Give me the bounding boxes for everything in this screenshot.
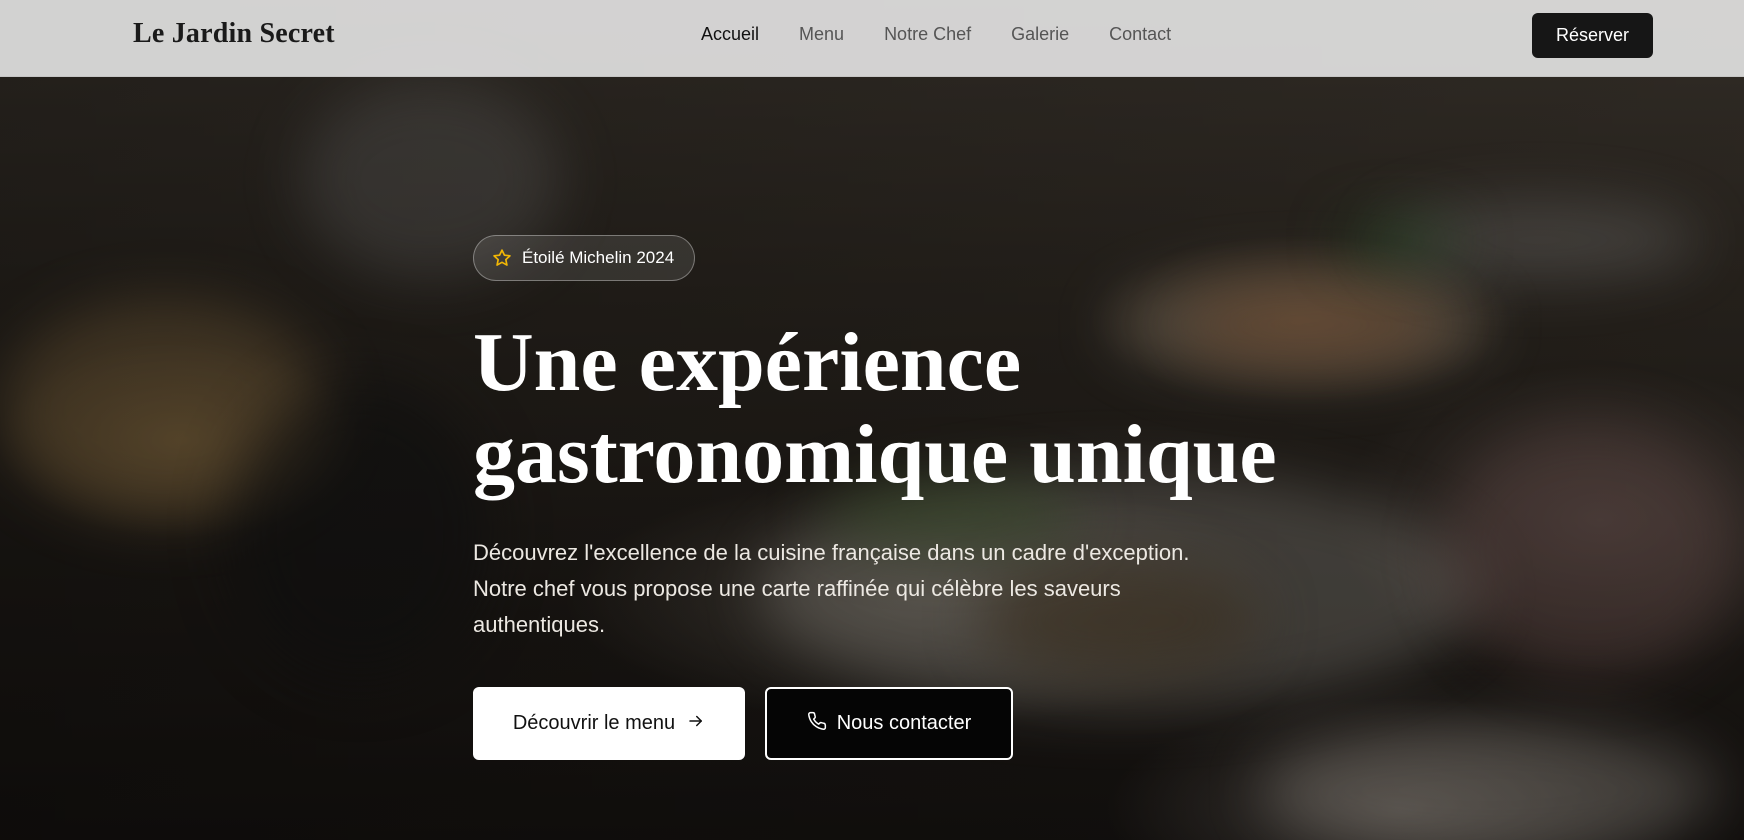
site-header: Le Jardin Secret Accueil Menu Notre Chef… [0,0,1744,77]
hero-actions: Découvrir le menu Nous contacter [473,687,1373,760]
nav-item-accueil[interactable]: Accueil [701,24,759,45]
nav-item-menu[interactable]: Menu [799,24,844,45]
discover-menu-button[interactable]: Découvrir le menu [473,687,745,760]
contact-label: Nous contacter [836,712,972,734]
nav-item-contact[interactable]: Contact [1109,24,1171,45]
discover-menu-label: Découvrir le menu [512,712,676,734]
nav-item-notre-chef[interactable]: Notre Chef [884,24,971,45]
hero-title-line2: gastronomique unique [473,408,1277,501]
hero-title-line1: Une expérience [473,316,1022,409]
arrow-right-icon [687,712,705,736]
main-nav: Accueil Menu Notre Chef Galerie Contact [701,24,1171,45]
michelin-badge: Étoilé Michelin 2024 [473,235,696,281]
reserve-button[interactable]: Réserver [1532,13,1653,58]
hero-title: Une expérience gastronomique unique [473,317,1373,501]
star-icon [492,248,512,268]
brand-logo[interactable]: Le Jardin Secret [133,18,335,50]
phone-icon [807,711,827,737]
hero-description: Découvrez l'excellence de la cuisine fra… [473,540,1190,637]
nav-item-galerie[interactable]: Galerie [1011,24,1069,45]
hero-section: Étoilé Michelin 2024 Une expérience gast… [473,235,1373,760]
contact-button[interactable]: Nous contacter [765,687,1013,760]
badge-text: Étoilé Michelin 2024 [522,248,675,267]
